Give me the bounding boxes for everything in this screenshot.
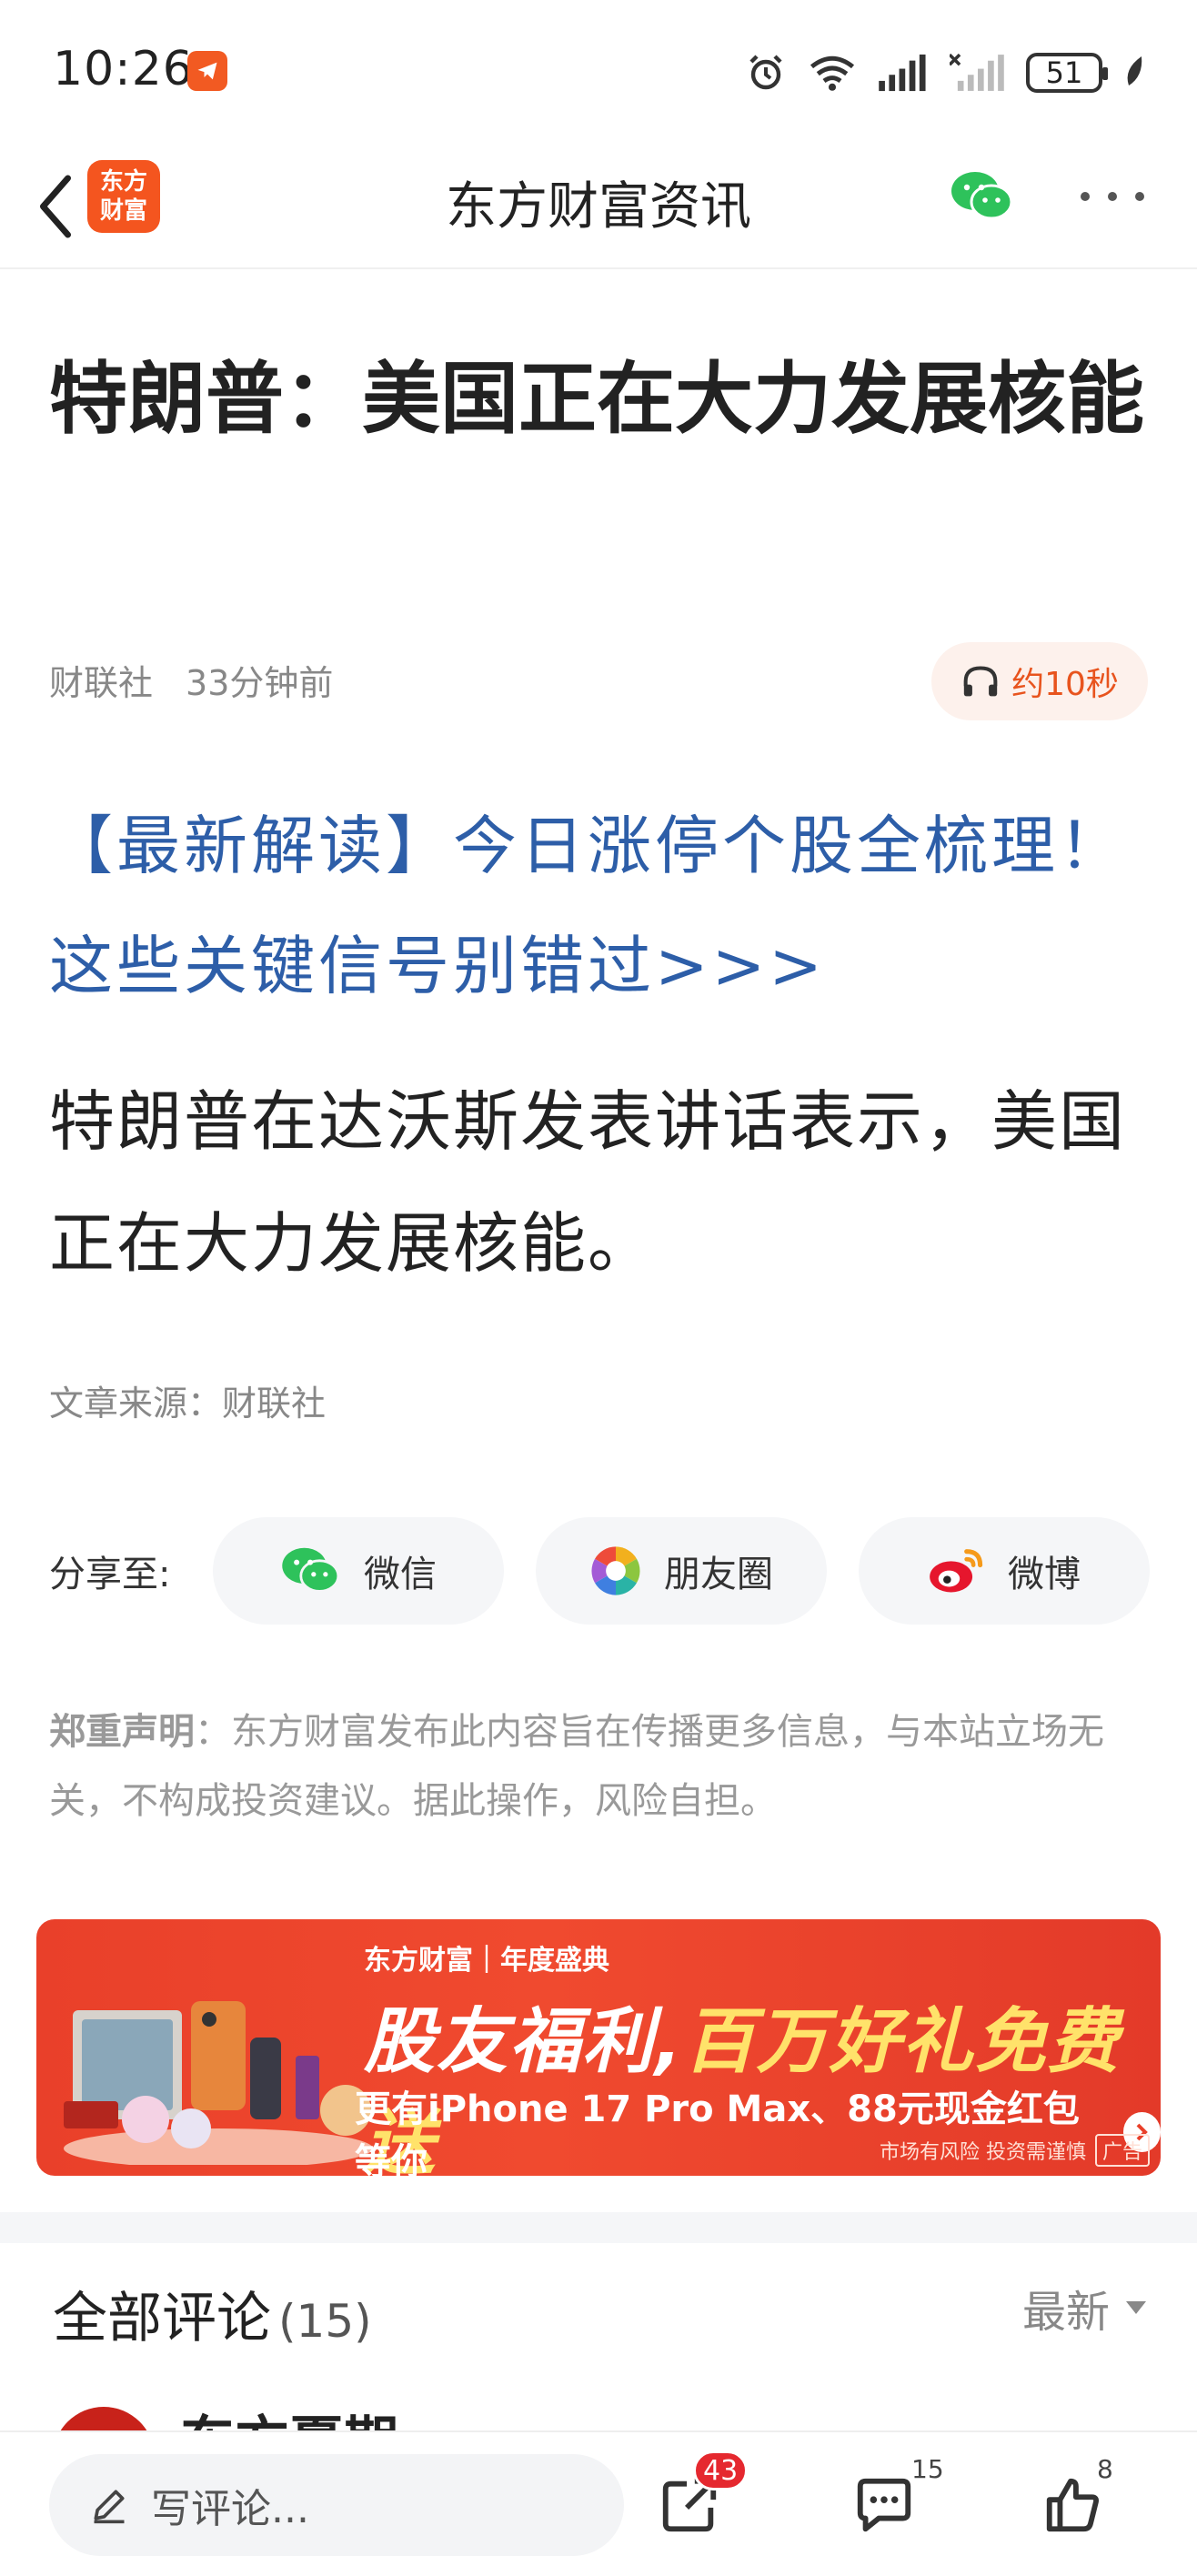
wechat-icon bbox=[282, 1547, 340, 1593]
bottom-action-bar: 写评论... 43 15 8 bbox=[0, 2430, 1197, 2576]
signal-no-service-icon bbox=[950, 53, 1004, 91]
wifi-icon bbox=[810, 55, 855, 91]
promo-link[interactable]: 【最新解读】今日涨停个股全梳理！这些关键信号别错过>>> bbox=[49, 786, 1150, 1026]
thumbs-up-icon bbox=[1046, 2478, 1099, 2532]
caret-down-icon bbox=[1126, 2301, 1146, 2314]
article-time-ago: 33分钟前 bbox=[186, 663, 334, 703]
article-meta: 财联社 33分钟前 bbox=[49, 655, 333, 705]
sort-value: 最新 bbox=[1021, 2287, 1110, 2338]
share-moments-button[interactable]: 朋友圈 bbox=[536, 1517, 827, 1625]
ad-headline-white: 股友福利, bbox=[364, 2001, 684, 2083]
share-count-badge: 43 bbox=[693, 2450, 749, 2490]
comments-button[interactable]: 15 bbox=[839, 2454, 944, 2551]
pencil-icon bbox=[94, 2490, 125, 2524]
like-count: 8 bbox=[1097, 2454, 1113, 2484]
disclaimer: 郑重声明：东方财富发布此内容旨在传播更多信息，与本站立场无关，不构成投资建议。据… bbox=[49, 1697, 1150, 1836]
comment-count: 15 bbox=[911, 2454, 944, 2484]
listen-audio-button[interactable]: 约10秒 bbox=[931, 642, 1148, 720]
alarm-icon bbox=[749, 55, 782, 90]
comment-peek: 东方夏期 bbox=[53, 2407, 1144, 2432]
ad-risk-text: 市场有风险 投资需谨慎 bbox=[879, 2141, 1086, 2164]
wechat-share-button[interactable] bbox=[950, 169, 1015, 224]
comment-author-name[interactable]: 东方夏期 bbox=[180, 2407, 398, 2432]
share-moments-label: 朋友圈 bbox=[664, 1554, 773, 1595]
share-weibo-label: 微博 bbox=[1008, 1554, 1081, 1595]
status-icons: 51 bbox=[744, 47, 1146, 98]
article-source-name: 财联社 bbox=[49, 663, 154, 703]
comments-count: (15) bbox=[278, 2295, 372, 2348]
comment-bubble-icon bbox=[857, 2478, 911, 2532]
more-options-button[interactable] bbox=[1081, 178, 1144, 215]
wechat-icon bbox=[951, 172, 1013, 220]
status-time: 10:26 bbox=[53, 42, 194, 96]
ad-tag: 广告 bbox=[1094, 2134, 1150, 2167]
disclaimer-text: ：东方财富发布此内容旨在传播更多信息，与本站立场无关，不构成投资建议。据此操作，… bbox=[49, 1711, 1104, 1822]
weibo-icon bbox=[930, 1549, 983, 1593]
share-button[interactable]: 43 bbox=[644, 2450, 749, 2551]
comments-title: 全部评论 (15) bbox=[53, 2274, 372, 2353]
avatar[interactable] bbox=[53, 2407, 155, 2432]
comments-title-text: 全部评论 bbox=[53, 2287, 271, 2350]
comments-header: 全部评论 (15) 最新 bbox=[0, 2243, 1197, 2425]
battery-indicator: 51 bbox=[1026, 53, 1108, 93]
article-title: 特朗普：美国正在大力发展核能 bbox=[49, 354, 1144, 445]
comments-sort-select[interactable]: 最新 bbox=[1022, 2276, 1146, 2340]
telegram-notification-icon bbox=[187, 51, 227, 91]
headphones-icon bbox=[963, 666, 998, 697]
write-comment-input[interactable]: 写评论... bbox=[49, 2454, 624, 2556]
share-wechat-label: 微信 bbox=[364, 1554, 437, 1595]
ad-risk-note: 市场有风险 投资需谨慎 广告 bbox=[880, 2134, 1150, 2167]
ad-products-image bbox=[64, 2001, 373, 2165]
article-body: 特朗普在达沃斯发表讲话表示，美国正在大力发展核能。 bbox=[49, 1083, 1127, 1282]
page-title: 东方财富资讯 bbox=[446, 177, 751, 236]
ad-banner[interactable]: 东方财富｜年度盛典 股友福利,百万好礼免费送 更有iPhone 17 Pro M… bbox=[36, 1919, 1161, 2176]
power-saving-leaf-icon bbox=[1127, 56, 1142, 86]
signal-icon bbox=[879, 54, 926, 92]
section-divider bbox=[0, 2212, 1197, 2243]
like-button[interactable]: 8 bbox=[1028, 2454, 1119, 2551]
status-bar: 10:26 51 bbox=[0, 0, 1197, 146]
share-row: 分享至: 微信 朋友圈 微博 bbox=[49, 1517, 1150, 1625]
disclaimer-title: 郑重声明 bbox=[49, 1711, 195, 1753]
share-wechat-button[interactable]: 微信 bbox=[213, 1517, 504, 1625]
ad-brand: 东方财富｜年度盛典 bbox=[364, 1945, 609, 1977]
share-weibo-button[interactable]: 微博 bbox=[859, 1517, 1150, 1625]
article-source-line: 文章来源：财联社 bbox=[49, 1384, 327, 1424]
listen-duration: 约10秒 bbox=[1011, 666, 1119, 703]
write-comment-placeholder: 写评论... bbox=[151, 2486, 309, 2532]
moments-aperture-icon bbox=[591, 1546, 640, 1595]
share-label: 分享至: bbox=[49, 1554, 171, 1595]
